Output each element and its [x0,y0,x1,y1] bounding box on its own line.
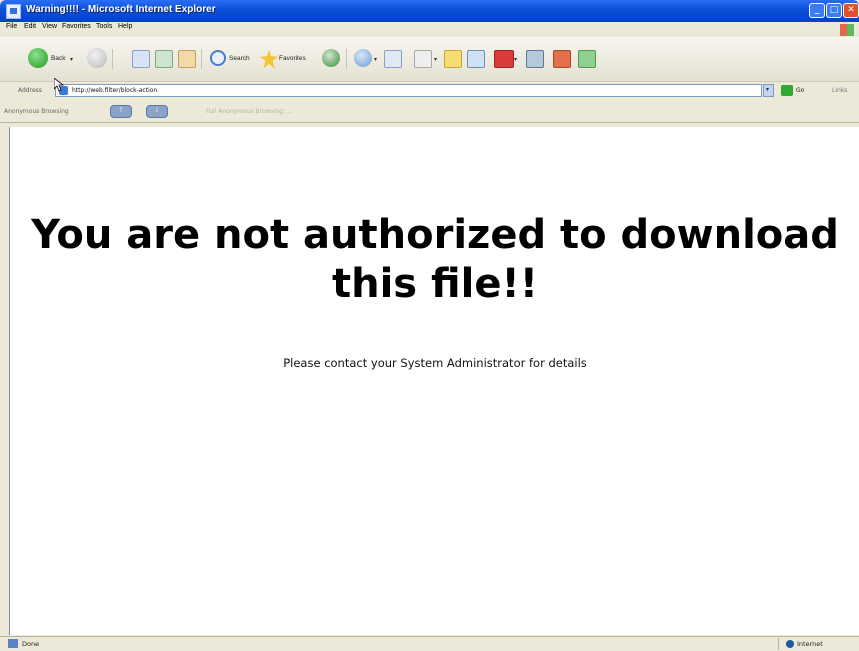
address-bar: Address http://web.filter/block-action ▾… [0,82,859,100]
tool-icon[interactable] [553,50,571,68]
minimize-icon: _ [814,5,820,15]
toolbar2-text: Full Anonymous Browsing: ... [206,108,293,115]
menu-file[interactable]: File [6,23,17,30]
history-icon[interactable] [354,49,372,67]
print-icon[interactable] [414,50,432,68]
window-title: Warning!!!! - Microsoft Internet Explore… [26,4,216,15]
status-text: Done [22,640,40,648]
menu-favorites[interactable]: Favorites [62,23,91,30]
home-icon[interactable] [178,50,196,68]
menu-tools[interactable]: Tools [96,23,112,30]
page-headline: You are not authorized to download this … [31,212,839,307]
edit-dropdown-icon[interactable]: ▾ [434,56,437,63]
folder-icon[interactable] [444,50,462,68]
mail-icon[interactable] [384,50,402,68]
forward-arrow-icon[interactable] [87,48,107,68]
toolbar2-button-1[interactable]: ? [110,105,132,118]
messenger-icon[interactable] [467,50,485,68]
menu-help[interactable]: Help [118,23,132,30]
standard-toolbar: Back ▾ Search Favorites ▾ ▾ ▾ [0,37,859,82]
toolbar2-button-2-label: i [156,107,158,114]
status-separator [778,638,779,650]
zone-text: Internet [797,640,823,648]
back-arrow-icon[interactable] [28,48,48,68]
page-status-icon [8,639,18,648]
stop-icon[interactable] [132,50,150,68]
ie-app-icon[interactable] [6,4,21,19]
refresh-icon[interactable] [155,50,173,68]
toolbar-separator [201,49,202,69]
address-input[interactable]: http://web.filter/block-action [55,84,762,97]
links-button[interactable]: Links [832,87,847,94]
search-label[interactable]: Search [229,55,250,62]
address-dropdown-button[interactable]: ▾ [763,84,774,97]
close-icon: ✕ [847,5,855,15]
toolbar2-button-1-label: ? [119,107,123,114]
menu-view[interactable]: View [42,23,57,30]
toolbar2-label: Anonymous Browsing [4,108,69,115]
internet-globe-icon [786,640,794,648]
yahoo-icon[interactable] [494,50,514,68]
chevron-down-icon: ▾ [766,86,770,93]
favorites-label[interactable]: Favorites [279,55,306,62]
search-icon[interactable] [210,50,226,66]
go-arrow-icon[interactable] [781,85,793,96]
toolbar-separator [346,49,347,69]
address-url[interactable]: http://web.filter/block-action [72,87,157,94]
back-label[interactable]: Back [51,55,65,62]
mouse-cursor-icon [54,78,64,92]
anonymous-browsing-toolbar: Anonymous Browsing ? i Full Anonymous Br… [0,100,859,123]
toolbar2-button-2[interactable]: i [146,105,168,118]
maximize-icon: □ [829,5,839,15]
menu-bar: File Edit View Favorites Tools Help [0,22,859,36]
yahoo-dropdown-icon[interactable]: ▾ [514,56,517,63]
extension-icon[interactable] [578,50,596,68]
research-icon[interactable] [526,50,544,68]
back-dropdown-icon[interactable]: ▾ [70,56,73,63]
address-label: Address [18,87,42,94]
close-button[interactable]: ✕ [843,3,859,18]
menu-edit[interactable]: Edit [24,23,36,30]
windows-logo-icon [840,24,854,36]
status-bar: Done Internet [0,636,859,651]
toolbar-separator [112,49,113,69]
go-button[interactable]: Go [796,87,804,94]
favorites-star-icon[interactable] [260,50,278,68]
minimize-button[interactable]: _ [809,3,825,18]
title-bar: Warning!!!! - Microsoft Internet Explore… [0,0,859,22]
page-message: Please contact your System Administrator… [283,356,587,370]
media-icon[interactable] [322,49,340,67]
history-dropdown-icon[interactable]: ▾ [374,56,377,63]
maximize-button[interactable]: □ [826,3,842,18]
page-content: You are not authorized to download this … [9,127,859,635]
